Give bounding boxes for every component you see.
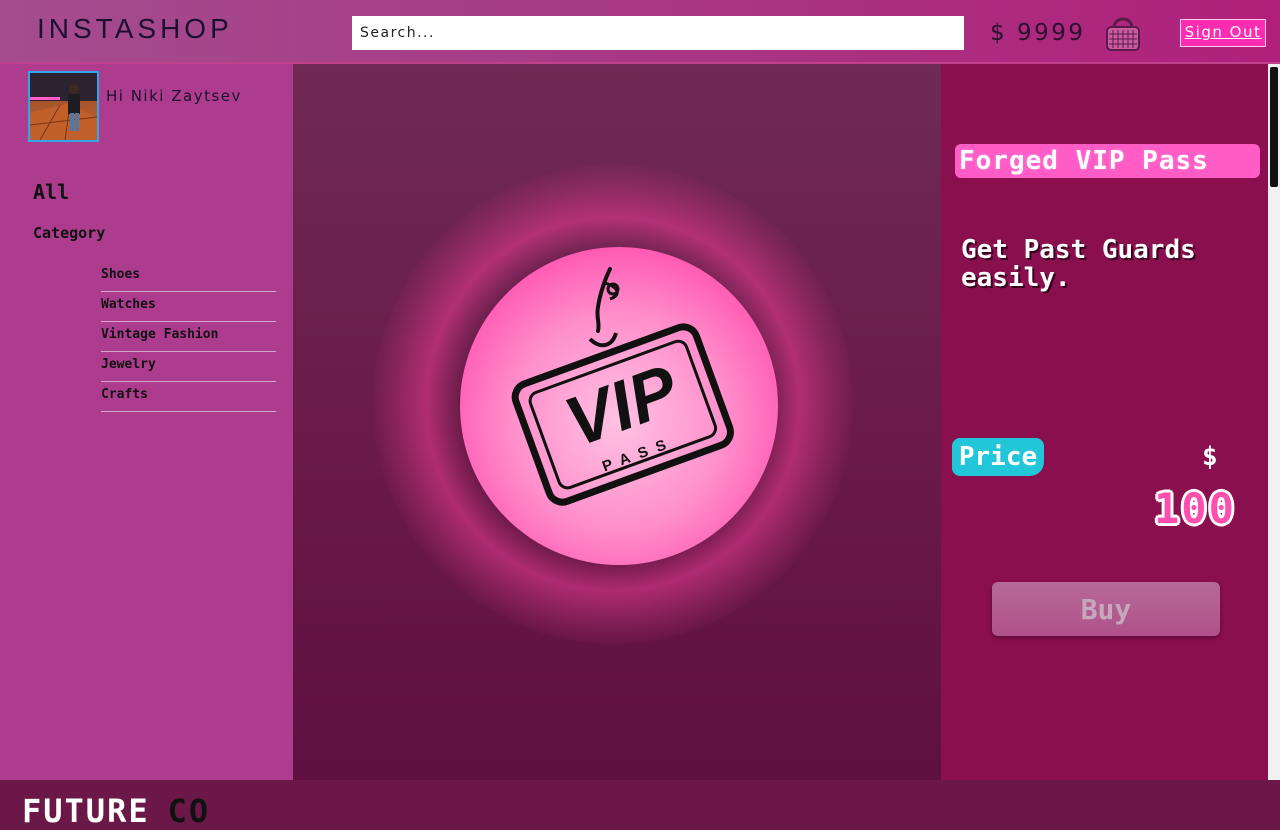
shopping-basket-icon[interactable] <box>1105 10 1141 52</box>
logo-prefix: INSTA <box>37 13 138 44</box>
category-all-link[interactable]: All <box>33 180 69 204</box>
currency-symbol: $ <box>1202 442 1218 472</box>
category-item-watches[interactable]: Watches <box>101 293 276 322</box>
sign-out-button[interactable]: Sign Out <box>1180 19 1266 47</box>
user-greeting: Hi Niki Zaytsev <box>106 87 242 105</box>
wallet-balance: $ 9999 <box>990 20 1086 46</box>
product-image: VIP PASS <box>460 247 778 565</box>
logo-suffix: SHOP <box>137 13 233 44</box>
price-label: Price <box>952 438 1044 476</box>
product-image-area: VIP PASS <box>293 64 941 780</box>
avatar[interactable] <box>28 71 99 142</box>
app-logo[interactable]: INSTASHOP <box>37 13 233 45</box>
footer-brand-left: FUTURE <box>22 792 150 830</box>
category-heading: Category <box>33 224 106 242</box>
pass-lanyard-icon <box>595 267 612 333</box>
category-item-jewelry[interactable]: Jewelry <box>101 353 276 382</box>
product-description: Get Past Guards easily. <box>961 235 1196 293</box>
scrollbar-thumb[interactable] <box>1270 67 1278 187</box>
buy-button[interactable]: Buy <box>992 582 1220 636</box>
footer-brand: FUTURE CO <box>22 792 210 830</box>
product-title: Forged VIP Pass <box>955 144 1260 178</box>
search-input[interactable] <box>352 16 964 50</box>
category-item-crafts[interactable]: Crafts <box>101 383 276 412</box>
category-item-shoes[interactable]: Shoes <box>101 263 276 292</box>
top-bar: INSTASHOP $ 9999 Sign Out <box>0 0 1280 64</box>
footer-brand-right: CO <box>167 792 211 830</box>
sidebar: Hi Niki Zaytsev All Category Shoes Watch… <box>0 64 293 830</box>
category-item-vintage-fashion[interactable]: Vintage Fashion <box>101 323 276 352</box>
price-value: 100 <box>1154 484 1236 533</box>
category-list: Shoes Watches Vintage Fashion Jewelry Cr… <box>101 263 276 413</box>
